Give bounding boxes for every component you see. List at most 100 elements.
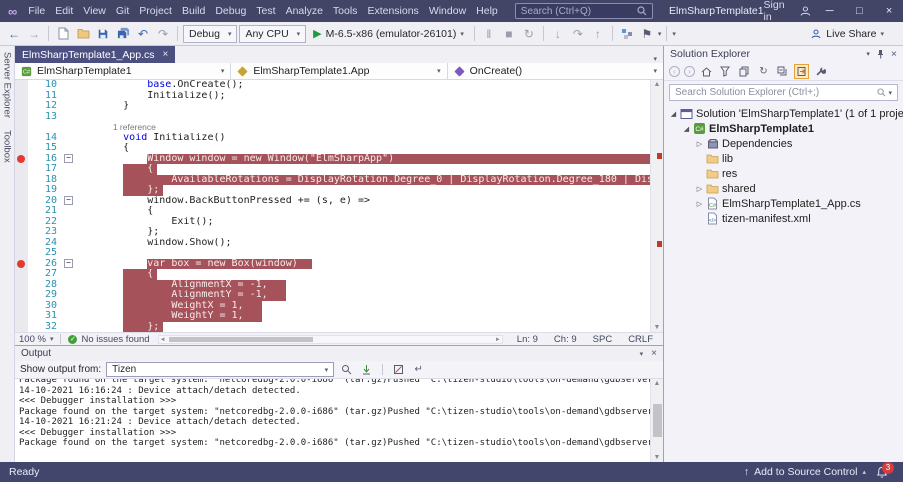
code-text[interactable]: void Initialize() (75, 133, 650, 144)
code-editor[interactable]: 10base.OnCreate();11Initialize();12}131 … (15, 80, 650, 332)
tree-item-dependencies[interactable]: ▷Dependencies (664, 136, 903, 151)
breakpoint-margin[interactable] (15, 238, 28, 249)
code-text[interactable]: { (75, 164, 650, 175)
code-text[interactable]: WeightX = 1, (75, 301, 650, 312)
breadcrumb-member-dropdown[interactable]: OnCreate() ▾ (448, 63, 663, 79)
menu-analyze[interactable]: Analyze (281, 3, 328, 19)
output-source-dropdown[interactable]: Tizen ▾ (106, 362, 334, 377)
expand-arrow-icon[interactable]: ▷ (694, 185, 705, 193)
tab-close-icon[interactable]: × (163, 49, 169, 60)
code-text[interactable]: WeightY = 1, (75, 311, 650, 322)
step-into-icon[interactable]: ↓ (549, 25, 567, 43)
code-text[interactable]: { (75, 269, 650, 280)
collapse-all-icon[interactable] (775, 64, 790, 79)
code-text[interactable] (75, 112, 650, 123)
sync-with-active-document-icon[interactable] (794, 64, 809, 79)
open-file-icon[interactable] (74, 25, 92, 43)
scroll-up-icon[interactable]: ▲ (651, 380, 663, 387)
scroll-down-icon[interactable]: ▼ (651, 454, 663, 461)
breakpoint-margin[interactable] (15, 101, 28, 112)
editor-horizontal-scrollbar[interactable]: ◄ ► (158, 335, 503, 344)
close-button[interactable]: × (877, 0, 901, 22)
codelens-references[interactable]: 1 reference (75, 122, 650, 133)
breakpoint[interactable] (15, 154, 28, 165)
tree-item-lib[interactable]: lib (664, 151, 903, 166)
navigate-forward-icon[interactable]: → (25, 25, 43, 43)
bookmark-icon[interactable]: ⚑ (638, 25, 656, 43)
code-text[interactable]: }; (75, 322, 650, 333)
nav-back-icon[interactable]: ‹ (669, 66, 680, 77)
toolbox-vertical-tab[interactable]: Toolbox (2, 130, 13, 163)
close-panel-icon[interactable]: × (651, 348, 657, 359)
menu-view[interactable]: View (78, 3, 111, 19)
tab-elmsharptemplate1-app-cs[interactable]: ElmSharpTemplate1_App.cs × (15, 46, 175, 63)
word-wrap-icon[interactable]: ↵ (411, 362, 426, 377)
breakpoint-margin[interactable] (15, 248, 28, 259)
tree-item-elmsharptemplate1[interactable]: ◢C#ElmSharpTemplate1 (664, 121, 903, 136)
scroll-up-icon[interactable]: ▲ (651, 81, 663, 88)
code-text[interactable]: AlignmentX = -1, (75, 280, 650, 291)
save-icon[interactable] (94, 25, 112, 43)
breakpoint-margin[interactable] (15, 280, 28, 291)
code-text[interactable]: }; (75, 185, 650, 196)
navigate-back-icon[interactable]: ← (5, 25, 23, 43)
window-position-icon[interactable]: ▾ (640, 350, 644, 358)
live-visual-tree-icon[interactable] (618, 25, 636, 43)
breakpoint-margin[interactable] (15, 290, 28, 301)
breakpoint-margin[interactable] (15, 80, 28, 91)
breakpoint[interactable] (15, 259, 28, 270)
output-vertical-scrollbar[interactable]: ▲ ▼ (650, 379, 663, 462)
code-text[interactable] (75, 248, 650, 259)
breakpoint-margin[interactable] (15, 196, 28, 207)
quick-search-input[interactable]: Search (Ctrl+Q) (515, 3, 653, 19)
server-explorer-vertical-tab[interactable]: Server Explorer (2, 52, 13, 118)
breadcrumb-project-dropdown[interactable]: C# ElmSharpTemplate1 ▾ (15, 63, 231, 79)
code-text[interactable]: } (75, 101, 650, 112)
add-to-source-control-button[interactable]: ↑ Add to Source Control ▴ (744, 466, 866, 478)
window-position-icon[interactable]: ▾ (866, 50, 870, 58)
clear-all-icon[interactable] (391, 362, 406, 377)
tree-item-res[interactable]: res (664, 166, 903, 181)
breakpoint-margin[interactable] (15, 175, 28, 186)
expand-arrow-icon[interactable]: ▷ (694, 140, 705, 148)
restart-icon[interactable]: ↻ (520, 25, 538, 43)
issues-status[interactable]: No issues found (81, 334, 149, 345)
tree-item-solution-elmsharptemplate1-1-of-1-project[interactable]: ◢Solution 'ElmSharpTemplate1' (1 of 1 pr… (664, 106, 903, 121)
fold-marker[interactable]: − (62, 259, 75, 270)
redo-icon[interactable]: ↷ (154, 25, 172, 43)
step-over-icon[interactable]: ↷ (569, 25, 587, 43)
filter-dropdown-icon[interactable] (718, 64, 733, 79)
properties-icon[interactable] (813, 64, 828, 79)
fold-marker[interactable]: − (62, 196, 75, 207)
tree-item-shared[interactable]: ▷shared (664, 181, 903, 196)
code-text[interactable]: window.Show(); (75, 238, 650, 249)
toolbar-overflow-icon[interactable]: ▾ (672, 30, 676, 38)
home-icon[interactable] (699, 64, 714, 79)
menu-extensions[interactable]: Extensions (362, 3, 423, 19)
menu-file[interactable]: File (23, 3, 50, 19)
code-text[interactable]: AlignmentY = -1, (75, 290, 650, 301)
code-text[interactable]: { (75, 143, 650, 154)
notifications-button[interactable]: 3 (876, 466, 894, 479)
scroll-down-icon[interactable]: ▼ (651, 324, 663, 331)
code-text[interactable]: window.BackButtonPressed += (s, e) => (75, 196, 650, 207)
menu-debug[interactable]: Debug (210, 3, 251, 19)
close-panel-icon[interactable]: × (891, 48, 897, 60)
minimize-button[interactable]: ─ (818, 0, 842, 22)
collapse-arrow-icon[interactable]: ◢ (668, 110, 679, 118)
collapse-arrow-icon[interactable]: ◢ (681, 125, 692, 133)
fold-marker[interactable]: − (62, 154, 75, 165)
find-message-icon[interactable] (339, 362, 354, 377)
scroll-right-icon[interactable]: ► (495, 336, 501, 344)
breakpoint-dot-icon[interactable] (17, 260, 25, 268)
stop-debugging-icon[interactable]: ■ (500, 25, 518, 43)
breakpoint-margin[interactable] (15, 133, 28, 144)
scrollbar-thumb[interactable] (169, 337, 313, 342)
live-share-button[interactable]: Live Share ▾ (810, 28, 884, 40)
breakpoint-margin[interactable] (15, 143, 28, 154)
step-out-icon[interactable]: ↑ (589, 25, 607, 43)
undo-icon[interactable]: ↶ (134, 25, 152, 43)
code-text[interactable]: AvailableRotations = DisplayRotation.Deg… (75, 175, 650, 186)
expand-arrow-icon[interactable]: ▷ (694, 200, 705, 208)
breakpoint-margin[interactable] (15, 164, 28, 175)
